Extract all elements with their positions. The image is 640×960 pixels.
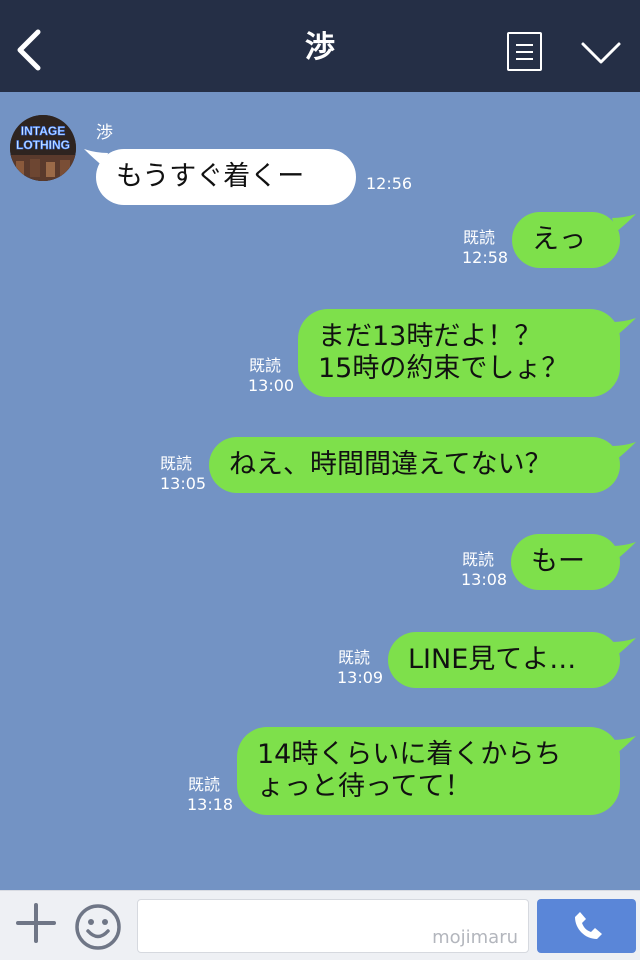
bubble-tail	[84, 149, 108, 167]
message-time: 13:09	[337, 668, 384, 687]
message-text: もー	[531, 546, 585, 577]
avatar[interactable]: INTAGE LOTHING	[10, 115, 76, 181]
message-text-line: 15時の約束でしょ？	[318, 353, 569, 384]
message-bubble-outgoing[interactable]: まだ13時だよ！？ 15時の約束でしょ？	[298, 309, 620, 397]
message-bubble-outgoing[interactable]: ねえ、時間間違えてない？	[209, 437, 620, 493]
call-button[interactable]	[537, 899, 636, 953]
message-read-status: 既読	[338, 648, 371, 667]
message-input[interactable]: mojimaru	[137, 899, 529, 953]
avatar-text-line1: INTAGE	[21, 124, 65, 138]
message-time: 13:00	[248, 376, 295, 395]
message-bubble-incoming[interactable]: もうすぐ着くー	[96, 149, 356, 205]
message-read-status: 既読	[160, 454, 193, 473]
menu-icon[interactable]	[507, 32, 542, 71]
smiley-icon[interactable]	[73, 902, 123, 952]
message-bubble-outgoing[interactable]: もー	[511, 534, 620, 590]
message-time: 13:05	[160, 474, 207, 493]
message-read-status: 既読	[462, 550, 495, 569]
watermark: mojimaru	[432, 927, 518, 948]
message-bubble-outgoing[interactable]: LINE見てよ…	[388, 632, 620, 688]
bubble-tail	[612, 214, 636, 232]
message-time: 12:58	[462, 248, 509, 267]
chat-header: 渉	[0, 0, 640, 92]
phone-icon	[575, 912, 602, 939]
message-text: えっ	[532, 224, 586, 255]
message-time: 12:56	[366, 174, 413, 193]
chat-title: 渉	[305, 30, 335, 65]
bubble-tail	[612, 736, 636, 754]
message-input-bar: mojimaru	[0, 890, 640, 960]
bubble-tail	[612, 318, 636, 336]
bubble-tail	[612, 542, 636, 560]
message-text: LINE見てよ…	[408, 644, 577, 675]
message-read-status: 既読	[463, 228, 496, 247]
message-read-status: 既読	[249, 356, 282, 375]
sender-name: 渉	[96, 123, 113, 143]
message-text-line: ょっと待ってて！	[257, 771, 472, 802]
plus-icon[interactable]	[14, 901, 58, 945]
message-text-line: まだ13時だよ！？	[318, 321, 542, 352]
message-text-line: 14時くらいに着くからち	[257, 739, 562, 770]
message-bubble-outgoing[interactable]: 14時くらいに着くからち ょっと待ってて！	[237, 727, 620, 815]
message-time: 13:18	[187, 795, 234, 814]
message-read-status: 既読	[188, 775, 221, 794]
message-time: 13:08	[461, 570, 508, 589]
chevron-down-icon[interactable]	[580, 40, 622, 66]
message-text: もうすぐ着くー	[116, 161, 305, 192]
bubble-tail	[612, 638, 636, 656]
message-bubble-outgoing[interactable]: えっ	[512, 212, 620, 268]
message-text: ねえ、時間間違えてない？	[229, 449, 552, 480]
avatar-text-line2: LOTHING	[16, 138, 70, 152]
bubble-tail	[612, 442, 636, 460]
